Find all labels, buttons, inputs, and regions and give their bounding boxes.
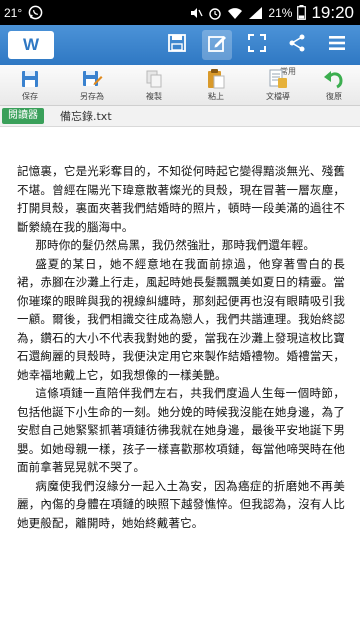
ribbon-undo-label: 復原 — [326, 92, 342, 101]
edit-icon — [207, 33, 227, 57]
paste-icon — [204, 68, 228, 90]
undo-icon — [322, 68, 346, 90]
ribbon-save-button[interactable]: 保存 — [4, 65, 56, 105]
document-paragraph: 記憶裏，它是光彩奪目的，不知從何時起它變得黯淡無光、殘舊不堪。曾經在陽光下瑋意散… — [17, 164, 345, 234]
save-button[interactable] — [162, 30, 192, 60]
app-titlebar: W — [0, 25, 360, 65]
ribbon-copy-label: 複製 — [146, 92, 162, 101]
app-logo-text: W — [22, 35, 40, 54]
share-button[interactable] — [282, 30, 312, 60]
document-paragraph: 這條項鏈一直陪伴我們左右，共我們度過人生每一個時節，包括他誕下小生命的一刻。她分… — [17, 386, 345, 474]
ribbon-save-as-button[interactable]: 另存為 — [66, 65, 118, 105]
document-body[interactable]: 記憶裏，它是光彩奪目的，不知從何時起它變得黯淡無光、殘舊不堪。曾經在陽光下瑋意散… — [17, 162, 345, 532]
document-paragraph: 盛夏的某日，她不經意地在我面前掠過，他穿著雪白的長裙，赤腳在沙灘上行走，風起時她… — [17, 256, 345, 382]
menu-icon — [327, 33, 347, 57]
temperature-text: 21° — [4, 5, 23, 20]
whatsapp-icon — [28, 5, 43, 20]
ribbon-paste-button[interactable]: 粘上 — [190, 65, 242, 105]
edit-button[interactable] — [202, 30, 232, 60]
ribbon-save-label: 保存 — [22, 92, 38, 101]
ribbon-toolbar: 常用 保存 另存為 複製 粘上 文檔導 復原 — [0, 65, 360, 106]
fullscreen-button[interactable] — [242, 30, 272, 60]
mute-icon — [189, 6, 204, 20]
document-icon — [266, 68, 290, 90]
document-filename: 備忘錄.txt — [60, 110, 112, 123]
wifi-icon — [227, 6, 243, 20]
ribbon-document-label: 文檔導 — [266, 92, 290, 101]
ribbon-paste-label: 粘上 — [208, 92, 224, 101]
document-paragraph: 那時你的髮仍然烏黑，我仍然強壯，那時我們還年輕。 — [35, 238, 315, 252]
battery-icon — [297, 5, 307, 20]
share-icon — [287, 33, 307, 57]
ribbon-undo-button[interactable]: 復原 — [308, 65, 360, 105]
ribbon-document-button[interactable]: 文檔導 — [252, 65, 304, 105]
copy-icon — [142, 68, 166, 90]
fullscreen-icon — [247, 33, 267, 57]
signal-icon — [248, 6, 263, 20]
alarm-icon — [208, 6, 222, 20]
save-as-icon — [80, 68, 104, 90]
clock: 19:20 — [311, 2, 354, 22]
ribbon-save-as-label: 另存為 — [80, 92, 104, 101]
save-icon — [167, 33, 187, 57]
ribbon-copy-button[interactable]: 複製 — [128, 65, 180, 105]
battery-percent: 21% — [268, 5, 293, 20]
document-tabstrip: 閱讀器 備忘錄.txt — [0, 106, 360, 127]
reader-mode-badge[interactable]: 閱讀器 — [2, 108, 44, 124]
document-paragraph: 病魔使我們沒緣分一起入土為安，因為癌症的折磨她不再美麗，內傷的身體在項鏈的映照下… — [17, 478, 345, 530]
menu-button[interactable] — [322, 30, 352, 60]
app-logo[interactable]: W — [8, 31, 54, 59]
status-bar: 21° 21% 19:20 — [0, 0, 360, 25]
save-icon — [18, 68, 42, 90]
